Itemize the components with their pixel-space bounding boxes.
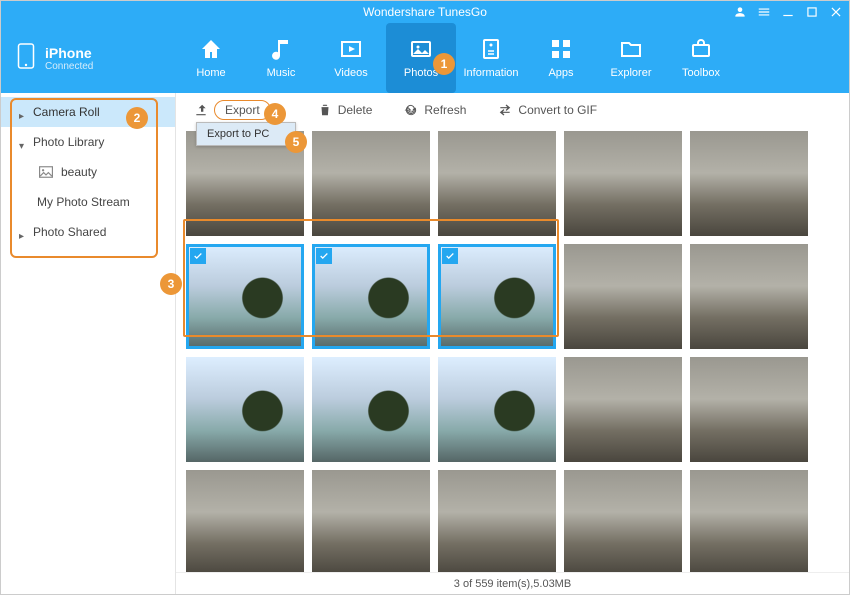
sidebar-my-photo-stream[interactable]: My Photo Stream — [1, 187, 175, 217]
nav-music[interactable]: Music — [246, 23, 316, 93]
convert-label: Convert to GIF — [518, 103, 597, 117]
callout-5: 5 — [285, 131, 307, 153]
export-label: Export — [214, 100, 271, 120]
music-icon — [267, 37, 295, 61]
delete-label: Delete — [338, 103, 373, 117]
app-title: Wondershare TunesGo — [363, 5, 487, 19]
phone-icon — [17, 42, 35, 75]
photo-thumb[interactable] — [438, 470, 556, 572]
device-status: Connected — [45, 61, 93, 72]
nav-label: Home — [196, 67, 225, 79]
check-icon — [442, 248, 458, 264]
sidebar-camera-roll[interactable]: Camera Roll — [1, 97, 175, 127]
sidebar-label: beauty — [61, 165, 97, 179]
status-text: 3 of 559 item(s),5.03MB — [454, 578, 571, 590]
photo-thumb[interactable] — [186, 244, 304, 349]
photo-thumb[interactable] — [564, 357, 682, 462]
home-icon — [197, 37, 225, 61]
nav-videos[interactable]: Videos — [316, 23, 386, 93]
picture-icon — [39, 166, 53, 178]
minimize-icon[interactable] — [781, 5, 795, 19]
check-icon — [316, 248, 332, 264]
callout-2: 2 — [126, 107, 148, 129]
photo-thumb[interactable] — [564, 470, 682, 572]
device-name: iPhone — [45, 45, 93, 61]
callout-1: 1 — [433, 53, 455, 75]
apps-icon — [547, 37, 575, 61]
statusbar: 3 of 559 item(s),5.03MB — [176, 572, 849, 594]
title-icons — [733, 1, 843, 23]
photos-icon — [407, 37, 435, 61]
titlebar: Wondershare TunesGo — [1, 1, 849, 23]
photo-thumb[interactable] — [312, 131, 430, 236]
nav-label: Music — [267, 67, 296, 79]
photo-thumb[interactable] — [312, 244, 430, 349]
arrow-icon — [19, 228, 25, 234]
nav: Home Music Videos Photos Information Apps Expl… — [176, 23, 849, 93]
photo-thumb[interactable] — [690, 470, 808, 572]
sidebar-label: Photo Shared — [33, 225, 106, 239]
toolbox-icon — [687, 37, 715, 61]
convert-button[interactable]: Convert to GIF — [492, 99, 603, 121]
photo-thumb[interactable] — [564, 244, 682, 349]
content: Camera Roll Photo Library beauty My Photo S… — [1, 93, 849, 594]
delete-button[interactable]: Delete — [312, 99, 379, 121]
photo-thumb[interactable] — [438, 357, 556, 462]
nav-information[interactable]: Information — [456, 23, 526, 93]
photo-thumb[interactable] — [186, 470, 304, 572]
nav-explorer[interactable]: Explorer — [596, 23, 666, 93]
sidebar-photo-shared[interactable]: Photo Shared — [1, 217, 175, 247]
videos-icon — [337, 37, 365, 61]
nav-label: Videos — [334, 67, 367, 79]
nav-label: Toolbox — [682, 67, 720, 79]
photo-thumb[interactable] — [186, 357, 304, 462]
sidebar-label: Photo Library — [33, 135, 104, 149]
close-icon[interactable] — [829, 5, 843, 19]
menu-icon[interactable] — [757, 5, 771, 19]
photo-thumb[interactable] — [438, 131, 556, 236]
nav-label: Apps — [548, 67, 573, 79]
sidebar-beauty[interactable]: beauty — [1, 157, 175, 187]
photo-thumb[interactable] — [564, 131, 682, 236]
nav-label: Explorer — [611, 67, 652, 79]
sidebar: Camera Roll Photo Library beauty My Photo S… — [1, 93, 176, 594]
refresh-button[interactable]: Refresh — [398, 99, 472, 121]
information-icon — [477, 37, 505, 61]
photo-thumb[interactable] — [312, 470, 430, 572]
arrow-icon — [19, 138, 25, 144]
photo-thumb[interactable] — [690, 131, 808, 236]
convert-icon — [498, 103, 512, 117]
nav-toolbox[interactable]: Toolbox — [666, 23, 736, 93]
export-to-pc-item[interactable]: Export to PC — [197, 123, 295, 145]
nav-label: Information — [463, 67, 518, 79]
sidebar-label: My Photo Stream — [37, 195, 130, 209]
header: iPhone Connected Home Music Videos Photos In… — [1, 23, 849, 93]
nav-apps[interactable]: Apps — [526, 23, 596, 93]
photo-thumb[interactable] — [690, 357, 808, 462]
user-icon[interactable] — [733, 5, 747, 19]
callout-4: 4 — [264, 103, 286, 125]
explorer-icon — [617, 37, 645, 61]
refresh-label: Refresh — [424, 103, 466, 117]
nav-label: Photos — [404, 67, 438, 79]
check-icon — [190, 248, 206, 264]
sidebar-photo-library[interactable]: Photo Library — [1, 127, 175, 157]
export-icon — [194, 103, 208, 117]
sidebar-label: Camera Roll — [33, 105, 100, 119]
photo-thumb[interactable] — [690, 244, 808, 349]
callout-3: 3 — [160, 273, 182, 295]
main: Export Export to PC Delete Refresh Con — [176, 93, 849, 594]
delete-icon — [318, 103, 332, 117]
device-box[interactable]: iPhone Connected — [1, 23, 176, 93]
photo-grid — [176, 127, 849, 572]
arrow-icon — [19, 108, 25, 114]
photo-thumb[interactable] — [438, 244, 556, 349]
refresh-icon — [404, 103, 418, 117]
nav-home[interactable]: Home — [176, 23, 246, 93]
photo-thumb[interactable] — [312, 357, 430, 462]
export-dropdown: Export to PC — [196, 122, 296, 146]
maximize-icon[interactable] — [805, 5, 819, 19]
